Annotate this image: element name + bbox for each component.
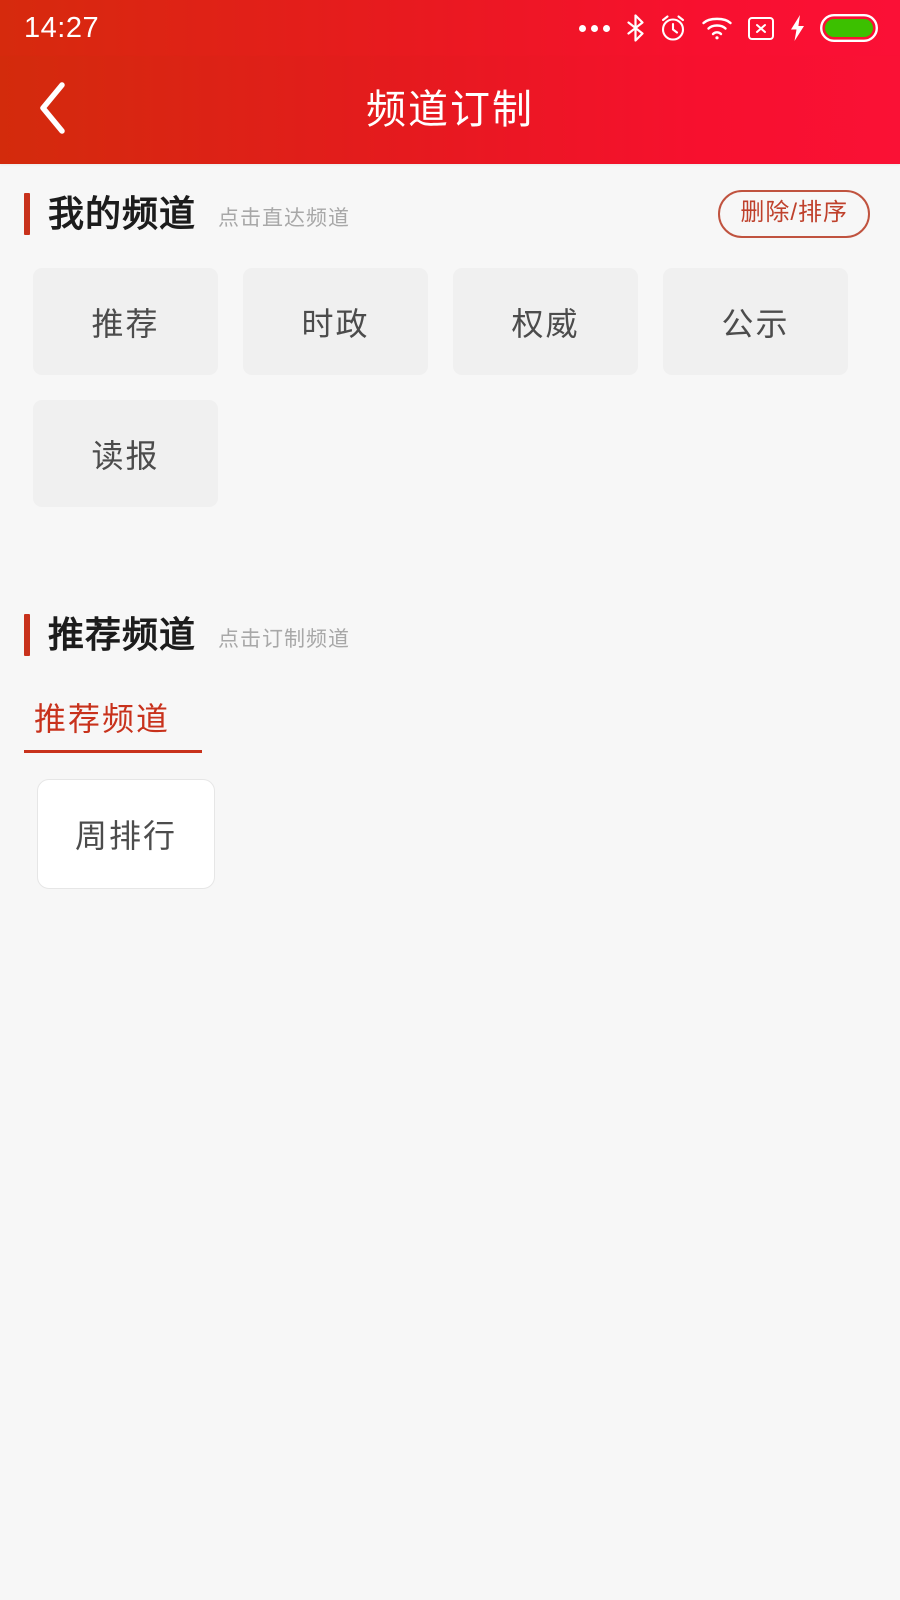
status-bar: 14:27 (0, 0, 900, 56)
channel-chip[interactable]: 推荐 (33, 268, 218, 375)
section-accent-bar (24, 193, 30, 235)
bluetooth-icon (626, 14, 645, 42)
no-sim-icon (747, 15, 775, 42)
recommend-tabs: 推荐频道 (0, 697, 900, 753)
my-channels-subtitle: 点击直达频道 (218, 206, 351, 230)
my-channels-grid: 推荐 时政 权威 公示 读报 (0, 250, 900, 507)
status-time: 14:27 (24, 11, 100, 44)
alarm-clock-icon (659, 14, 687, 42)
more-dots-icon (579, 24, 610, 32)
channel-chip[interactable]: 公示 (663, 268, 848, 375)
my-channels-header: 我的频道 点击直达频道 删除/排序 (0, 178, 900, 250)
channel-chip[interactable]: 读报 (33, 400, 218, 507)
nav-bar: 频道订制 (0, 56, 900, 164)
page-content: 我的频道 点击直达频道 删除/排序 推荐 时政 权威 公示 读报 推荐频道 点击… (0, 164, 900, 1600)
charging-bolt-icon (789, 14, 806, 42)
chevron-left-icon (32, 79, 76, 142)
delete-sort-button[interactable]: 删除/排序 (718, 190, 870, 238)
recommend-channel-card[interactable]: 周排行 (37, 779, 215, 889)
channel-chip[interactable]: 权威 (453, 268, 638, 375)
recommend-channels-header: 推荐频道 点击订制频道 (0, 599, 900, 671)
recommend-card-grid: 周排行 (0, 753, 900, 889)
channel-chip[interactable]: 时政 (243, 268, 428, 375)
recommend-channels-subtitle: 点击订制频道 (218, 627, 351, 651)
recommend-channels-title: 推荐频道 (48, 614, 197, 655)
tab-recommend-channels[interactable]: 推荐频道 (24, 697, 212, 753)
section-accent-bar (24, 614, 30, 656)
wifi-icon (701, 15, 733, 41)
status-icon-tray (579, 14, 878, 42)
my-channels-title: 我的频道 (48, 193, 197, 234)
page-title: 频道订制 (366, 88, 534, 132)
back-button[interactable] (14, 70, 94, 150)
battery-icon (820, 14, 878, 42)
app-screen: 14:27 频道订制 我的频道 点击直达频道 删除/排序 推荐 时政 权威 公示… (0, 0, 900, 1600)
